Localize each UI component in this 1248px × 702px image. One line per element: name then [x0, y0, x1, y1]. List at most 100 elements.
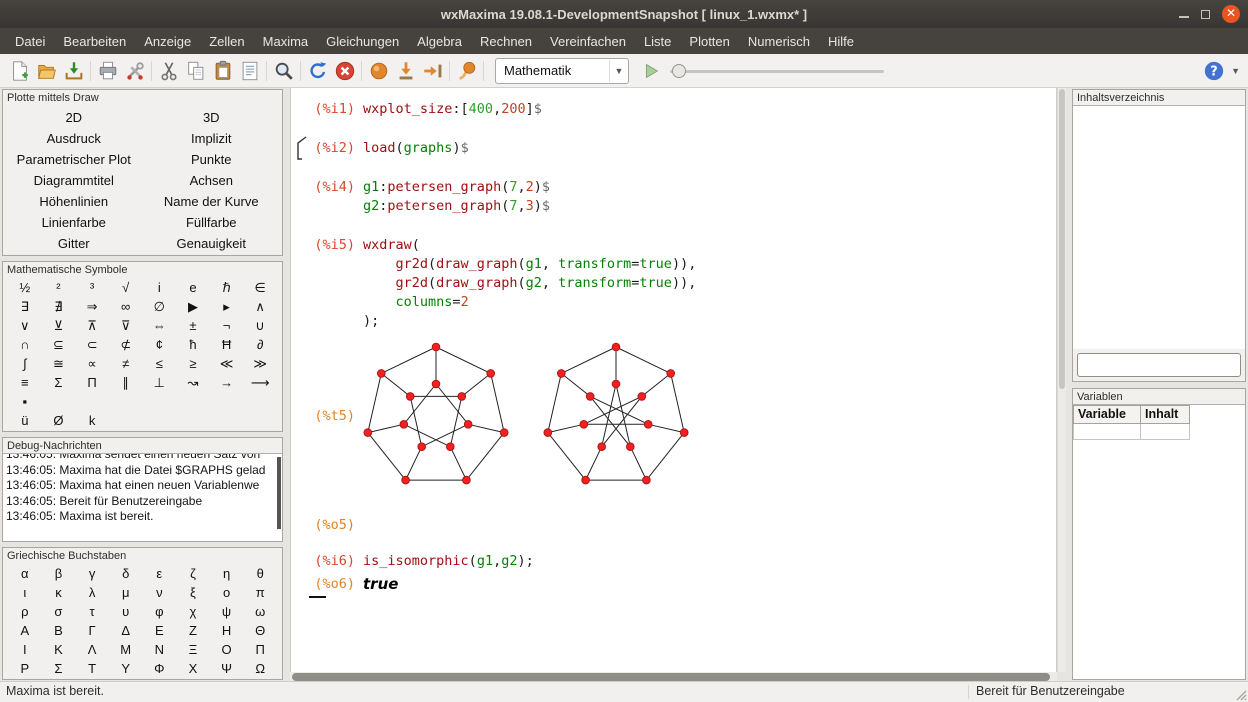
draw-button-linienfarbe[interactable]: Linienfarbe — [5, 212, 143, 232]
menu-vereinfachen[interactable]: Vereinfachen — [541, 30, 635, 53]
worksheet[interactable]: (%i1)wxplot_size:[400,200]$(%i2)load(gra… — [290, 88, 1057, 672]
symbol-5-2[interactable]: Π — [75, 373, 109, 392]
symbol-0-1[interactable]: ² — [42, 278, 76, 297]
debug-scrollbar[interactable] — [277, 457, 281, 529]
symbol-0-3[interactable]: √ — [109, 278, 143, 297]
greek-letter-3-3[interactable]: Δ — [109, 621, 143, 640]
symbol-5-3[interactable]: ∥ — [109, 373, 143, 392]
cell-code[interactable]: wxplot_size:[400,200]$ — [363, 100, 542, 119]
draw-button-diagrammtitel[interactable]: Diagrammtitel — [5, 170, 143, 190]
symbol-2-4[interactable]: ⇔ — [143, 316, 177, 335]
symbol-2-1[interactable]: ⊻ — [42, 316, 76, 335]
greek-letter-0-1[interactable]: β — [42, 564, 76, 583]
evaluate-cell-button[interactable] — [365, 57, 392, 84]
graph-plot-2[interactable] — [543, 338, 689, 495]
variables-cell[interactable] — [1141, 423, 1190, 439]
menu-maxima[interactable]: Maxima — [254, 30, 318, 53]
greek-letter-1-2[interactable]: λ — [75, 583, 109, 602]
greek-letter-4-2[interactable]: Λ — [75, 640, 109, 659]
greek-letter-5-4[interactable]: Φ — [143, 659, 177, 678]
symbol-5-5[interactable]: ↝ — [176, 373, 210, 392]
symbol-1-6[interactable]: ▸ — [210, 297, 244, 316]
draw-button-2d[interactable]: 2D — [5, 107, 143, 127]
greek-letter-0-0[interactable]: α — [8, 564, 42, 583]
symbol-3-2[interactable]: ⊂ — [75, 335, 109, 354]
greek-letter-5-0[interactable]: Ρ — [8, 659, 42, 678]
symbol-5-4[interactable]: ⊥ — [143, 373, 177, 392]
symbol-1-7[interactable]: ∧ — [243, 297, 277, 316]
maximize-button[interactable] — [1201, 10, 1210, 19]
symbol-2-2[interactable]: ⊼ — [75, 316, 109, 335]
menu-plotten[interactable]: Plotten — [680, 30, 738, 53]
draw-button-genauigkeit[interactable]: Genauigkeit — [143, 233, 281, 253]
menu-anzeige[interactable]: Anzeige — [135, 30, 200, 53]
symbol-4-7[interactable]: ≫ — [243, 354, 277, 373]
symbol-5-6[interactable]: → — [210, 373, 244, 392]
symbol-4-4[interactable]: ≤ — [143, 354, 177, 373]
symbol-4-3[interactable]: ≠ — [109, 354, 143, 373]
greek-letter-5-5[interactable]: Χ — [176, 659, 210, 678]
symbol-4-5[interactable]: ≥ — [176, 354, 210, 373]
cell-code[interactable]: load(graphs)$ — [363, 139, 469, 158]
cell-code[interactable]: is_isomorphic(g1,g2); — [363, 552, 534, 571]
symbol-2-3[interactable]: ⊽ — [109, 316, 143, 335]
symbol-5-0[interactable]: ≡ — [8, 373, 42, 392]
greek-letter-5-3[interactable]: Υ — [109, 659, 143, 678]
evaluate-rest-button[interactable] — [453, 57, 480, 84]
evaluate-till-here-button[interactable] — [392, 57, 419, 84]
symbol-1-5[interactable]: ▶ — [176, 297, 210, 316]
greek-letter-2-2[interactable]: τ — [75, 602, 109, 621]
greek-letter-4-1[interactable]: Κ — [42, 640, 76, 659]
menu-gleichungen[interactable]: Gleichungen — [317, 30, 408, 53]
greek-letter-0-3[interactable]: δ — [109, 564, 143, 583]
symbol-3-7[interactable]: ∂ — [243, 335, 277, 354]
symbol-1-2[interactable]: ⇒ — [75, 297, 109, 316]
greek-letter-1-3[interactable]: μ — [109, 583, 143, 602]
symbol-1-4[interactable]: ∅ — [143, 297, 177, 316]
draw-button-parametrischer-plot[interactable]: Parametrischer Plot — [5, 149, 143, 169]
greek-letter-4-0[interactable]: Ι — [8, 640, 42, 659]
greek-letter-1-1[interactable]: κ — [42, 583, 76, 602]
symbol-3-4[interactable]: ¢ — [143, 335, 177, 354]
greek-letter-2-3[interactable]: υ — [109, 602, 143, 621]
symbol-1-0[interactable]: ∃ — [8, 297, 42, 316]
symbol-0-7[interactable]: ∈ — [243, 278, 277, 297]
symbol-2-0[interactable]: ∨ — [8, 316, 42, 335]
menu-liste[interactable]: Liste — [635, 30, 680, 53]
greek-letter-5-1[interactable]: Σ — [42, 659, 76, 678]
symbol-3-6[interactable]: Ħ — [210, 335, 244, 354]
symbol-4-6[interactable]: ≪ — [210, 354, 244, 373]
draw-button-implizit[interactable]: Implizit — [143, 128, 281, 148]
greek-letter-3-1[interactable]: Β — [42, 621, 76, 640]
draw-button-ausdruck[interactable]: Ausdruck — [5, 128, 143, 148]
symbol-0-0[interactable]: ½ — [8, 278, 42, 297]
cell-type-select[interactable]: Mathematik▼ — [495, 58, 629, 84]
graph-plot-1[interactable] — [363, 338, 509, 495]
draw-button-gitter[interactable]: Gitter — [5, 233, 143, 253]
paste-button[interactable] — [209, 57, 236, 84]
close-button[interactable]: ✕ — [1222, 5, 1240, 23]
greek-letter-1-6[interactable]: ο — [210, 583, 244, 602]
greek-letter-3-4[interactable]: Ε — [143, 621, 177, 640]
symbol-4-0[interactable]: ∫ — [8, 354, 42, 373]
find-button[interactable] — [270, 57, 297, 84]
debug-message-list[interactable]: 13:46:05: Maxima sendet einen neuen Satz… — [3, 453, 282, 541]
symbol-3-5[interactable]: ħ — [176, 335, 210, 354]
symbol-2-6[interactable]: ¬ — [210, 316, 244, 335]
symbol-2-7[interactable]: ∪ — [243, 316, 277, 335]
menu-zellen[interactable]: Zellen — [200, 30, 253, 53]
copy-button[interactable] — [182, 57, 209, 84]
interrupt-button[interactable] — [331, 57, 358, 84]
vertical-scrollbar-thumb[interactable] — [1059, 89, 1065, 389]
symbol-0-2[interactable]: ³ — [75, 278, 109, 297]
animation-slider[interactable] — [668, 58, 886, 84]
menu-datei[interactable]: Datei — [6, 30, 54, 53]
symbol-1-3[interactable]: ∞ — [109, 297, 143, 316]
symbol-1-1[interactable]: ∄ — [42, 297, 76, 316]
resize-grip[interactable] — [1234, 688, 1247, 701]
greek-letter-2-6[interactable]: ψ — [210, 602, 244, 621]
draw-button-name-der-kurve[interactable]: Name der Kurve — [143, 191, 281, 211]
greek-letter-4-6[interactable]: Ο — [210, 640, 244, 659]
minimize-button[interactable] — [1179, 16, 1189, 18]
greek-letter-2-0[interactable]: ρ — [8, 602, 42, 621]
